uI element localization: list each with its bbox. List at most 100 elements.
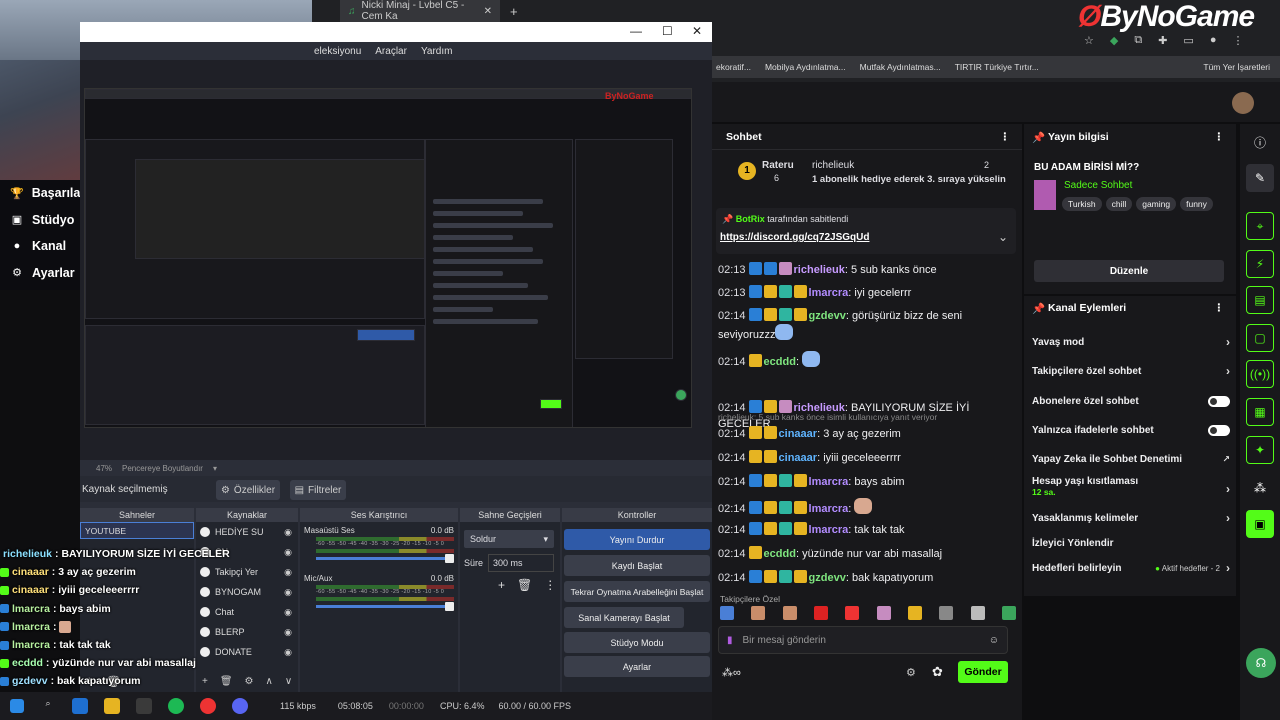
action-goals[interactable]: Hedefleri belirleyin ● Aktif hedefler - 2… <box>1032 558 1230 578</box>
transition-select[interactable]: Soldur ▾ <box>464 530 554 548</box>
gear-icon[interactable]: ⚙ <box>245 676 254 687</box>
nav-achievements[interactable]: 🏆 Başarılar <box>0 180 85 207</box>
dots-icon[interactable]: ⁂ <box>1246 474 1274 502</box>
layout-icon[interactable]: ▦ <box>1246 398 1274 426</box>
start-replay-buffer-button[interactable]: Tekrar Oynatma Arabelleğini Başlat <box>564 581 710 602</box>
zoom-level[interactable]: 47% <box>96 464 112 473</box>
emote-icon[interactable] <box>939 606 954 620</box>
trash-icon[interactable]: 🗑 <box>517 578 532 592</box>
lightning-icon[interactable]: ⚡ <box>1246 250 1274 278</box>
volume-slider[interactable] <box>316 554 454 563</box>
avatar[interactable] <box>1232 92 1254 114</box>
emote-icon[interactable] <box>751 606 766 620</box>
fit-to-window[interactable]: Pencereye Boyutlandır <box>122 464 203 473</box>
visibility-eye-icon[interactable]: ◉ <box>284 567 292 578</box>
scene-item[interactable]: YOUTUBE <box>80 522 194 539</box>
action-emote-only[interactable]: Yalnızca ifadelerle sohbet <box>1032 420 1230 440</box>
chat-message[interactable]: 02:14 gzdevv: bak kapatıyorum <box>718 570 1014 586</box>
source-item[interactable]: Chat ◉ <box>196 602 298 622</box>
stop-streaming-button[interactable]: Yayını Durdur <box>564 529 710 550</box>
chat-message[interactable]: 02:14 cinaaar: 3 ay aç gezerim <box>718 426 1014 442</box>
chat-message[interactable]: 02:14 lmarcra: tak tak tak <box>718 522 1014 538</box>
menu-item[interactable]: Yardım <box>421 46 453 57</box>
visibility-eye-icon[interactable]: ◉ <box>284 647 292 658</box>
visibility-eye-icon[interactable]: ◉ <box>284 527 292 538</box>
nav-settings[interactable]: ⚙ Ayarlar <box>0 260 80 287</box>
down-icon[interactable]: ∨ <box>285 676 292 687</box>
settings-button[interactable]: Ayarlar <box>564 656 710 677</box>
nav-studio[interactable]: ▣ Stüdyo <box>0 207 80 234</box>
action-host[interactable]: İzleyici Yönlendir <box>1032 533 1230 553</box>
source-item[interactable]: BYNOGAM ◉ <box>196 582 298 602</box>
action-account-age[interactable]: Hesap yaşı kısıtlaması 12 sa. › <box>1032 476 1230 506</box>
category-thumbnail[interactable] <box>1034 180 1056 210</box>
maximize-icon[interactable]: ☐ <box>662 24 673 38</box>
chat-message[interactable]: 02:14 ecddd: yüzünde nur var abi masallaj <box>718 546 1014 562</box>
edit-stream-button[interactable]: Düzenle <box>1034 260 1224 282</box>
chat-message[interactable]: 02:13 lmarcra: iyi gecelerrr <box>718 285 1014 301</box>
minimize-icon[interactable]: — <box>630 24 642 38</box>
action-ai-moderation[interactable]: Yapay Zeka ile Sohbet Denetimi ↗ <box>1032 449 1230 469</box>
emote-icon[interactable] <box>720 606 734 620</box>
toggle-switch[interactable] <box>1208 424 1230 436</box>
bookmark-item[interactable]: ekoratif... <box>716 62 751 72</box>
spotify-icon[interactable] <box>168 698 184 714</box>
filters-button[interactable]: ▤ Filtreler <box>290 480 346 500</box>
emote-icon[interactable] <box>782 606 797 620</box>
action-followers-only[interactable]: Takipçilere özel sohbet › <box>1032 361 1230 381</box>
emote-icon[interactable] <box>845 606 860 620</box>
message-username[interactable]: ecddd <box>764 356 796 368</box>
message-username[interactable]: cinaaar <box>779 452 818 464</box>
close-icon[interactable]: ✕ <box>484 6 492 17</box>
bookmark-item[interactable]: Mobilya Aydınlatma... <box>765 62 846 72</box>
chevron-down-icon[interactable]: ▾ <box>213 464 217 473</box>
chat-message[interactable]: 02:14 lmarcra: bays abim <box>718 474 1014 490</box>
broadcast-icon[interactable]: ((•)) <box>1246 360 1274 388</box>
close-icon[interactable]: ✕ <box>692 24 702 38</box>
chat-message[interactable]: 02:14 cinaaar: iyiii geceleeerrrr <box>718 450 1014 466</box>
chevron-down-icon[interactable]: ⌄ <box>998 230 1008 244</box>
new-tab-button[interactable]: + <box>502 0 526 22</box>
search-icon[interactable]: ⌕ <box>40 698 56 714</box>
trash-icon[interactable]: 🗑 <box>220 676 233 687</box>
action-slow-mode[interactable]: Yavaş mod › <box>1032 332 1230 352</box>
source-item[interactable]: HEDİYE SU ◉ <box>196 522 298 542</box>
start-recording-button[interactable]: Kaydı Başlat <box>564 555 710 576</box>
category-link[interactable]: Sadece Sohbet <box>1064 180 1132 191</box>
emote-icon[interactable] <box>970 606 985 620</box>
pinned-link[interactable]: https://discord.gg/cq72JSGqUd <box>720 232 869 243</box>
more-icon[interactable]: ⋮ <box>1214 302 1225 314</box>
browser-tab[interactable]: ♫ Nicki Minaj - Lvbel C5 - Cem Ka ✕ <box>340 0 500 22</box>
points-icon[interactable]: ⁂∞ <box>722 666 741 679</box>
target-icon[interactable]: ⌖ <box>1246 212 1274 240</box>
bookmark-item[interactable]: TIRTIR Türkiye Tırtır... <box>955 62 1039 72</box>
visibility-eye-icon[interactable]: ◉ <box>284 607 292 618</box>
more-icon[interactable]: ⋮ <box>1000 131 1011 143</box>
message-username[interactable]: lmarcra <box>809 524 849 536</box>
action-banned-words[interactable]: Yasaklanmış kelimeler › <box>1032 508 1230 528</box>
source-item[interactable]: DONATE ◉ <box>196 642 298 662</box>
windows-start-icon[interactable] <box>10 699 24 713</box>
message-username[interactable]: cinaaar <box>779 428 818 440</box>
obs-preview[interactable]: ByNoGame <box>80 60 712 460</box>
bookmark-all[interactable]: Tüm Yer İşaretleri <box>1203 62 1270 72</box>
chat-input[interactable]: ▮ Bir mesaj gönderin ☺ <box>718 626 1008 654</box>
more-icon[interactable]: ⋮ <box>1214 131 1225 143</box>
properties-button[interactable]: ⚙ Özellikler <box>216 480 280 500</box>
visibility-eye-icon[interactable]: ◉ <box>284 627 292 638</box>
emote-icon[interactable] <box>907 606 922 620</box>
chrome-icon[interactable] <box>200 698 216 714</box>
more-icon[interactable]: ⋮ <box>544 578 556 592</box>
emoji-icon[interactable]: ☺ <box>989 635 999 646</box>
wrench-icon[interactable]: ✦ <box>1246 436 1274 464</box>
message-username[interactable]: lmarcra <box>809 287 849 299</box>
chat-message[interactable]: 02:13 richelieuk: 5 sub kanks önce <box>718 262 1014 278</box>
obs-icon[interactable] <box>136 698 152 714</box>
discord-icon[interactable] <box>232 698 248 714</box>
message-username[interactable]: gzdevv <box>809 572 846 584</box>
chat-message[interactable]: 02:14 gzdevv: görüşürüz bizz de seni sevi… <box>718 308 1014 343</box>
document-icon[interactable]: ▤ <box>1246 286 1274 314</box>
emote-icon[interactable] <box>813 606 828 620</box>
source-item[interactable]: BLERP ◉ <box>196 622 298 642</box>
send-button[interactable]: Gönder <box>958 661 1008 683</box>
